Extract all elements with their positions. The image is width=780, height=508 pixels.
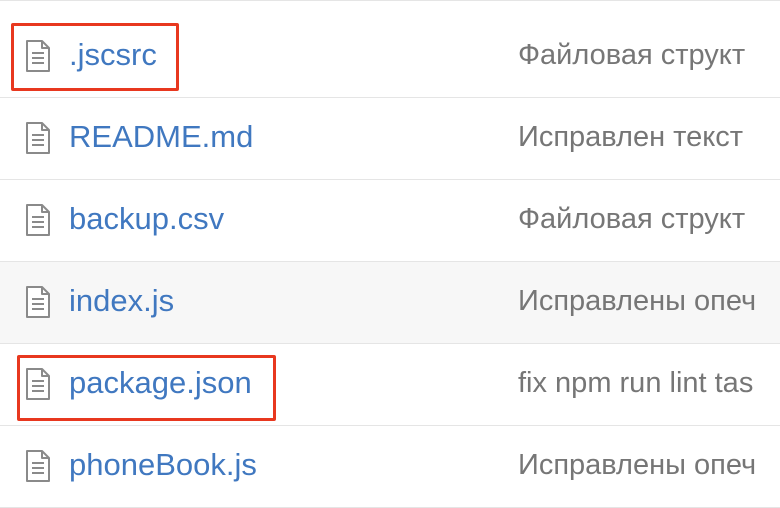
file-row[interactable]: backup.csv Файловая структ (0, 180, 780, 262)
file-row[interactable]: README.md Исправлен текст (0, 98, 780, 180)
commit-message-link[interactable]: Исправлены опеч (518, 447, 780, 483)
file-row[interactable]: phoneBook.js Исправлены опеч (0, 426, 780, 508)
file-name-link[interactable]: .jscsrc (69, 37, 157, 73)
commit-message-link[interactable]: fix npm run lint tas (518, 365, 780, 401)
file-text-icon (25, 203, 51, 237)
commit-message-link[interactable]: Исправлен текст (518, 119, 780, 155)
commit-message-link[interactable]: Исправлены опеч (518, 283, 780, 319)
commit-message-link[interactable]: Файловая структ (518, 201, 780, 237)
file-row[interactable]: index.js Исправлены опеч (0, 262, 780, 344)
file-text-icon (25, 121, 51, 155)
file-text-icon (25, 449, 51, 483)
file-name-link[interactable]: backup.csv (69, 201, 224, 237)
file-row[interactable]: package.json fix npm run lint tas (0, 344, 780, 426)
file-list: .jscsrc Файловая структ README.md Исправ… (0, 0, 780, 508)
file-name-link[interactable]: phoneBook.js (69, 447, 257, 483)
file-name-link[interactable]: package.json (69, 365, 252, 401)
file-text-icon (25, 285, 51, 319)
file-row[interactable]: .jscsrc Файловая структ (0, 16, 780, 98)
commit-message-link[interactable]: Файловая структ (518, 37, 780, 73)
file-name-link[interactable]: index.js (69, 283, 174, 319)
file-text-icon (25, 367, 51, 401)
file-name-link[interactable]: README.md (69, 119, 253, 155)
file-text-icon (25, 39, 51, 73)
